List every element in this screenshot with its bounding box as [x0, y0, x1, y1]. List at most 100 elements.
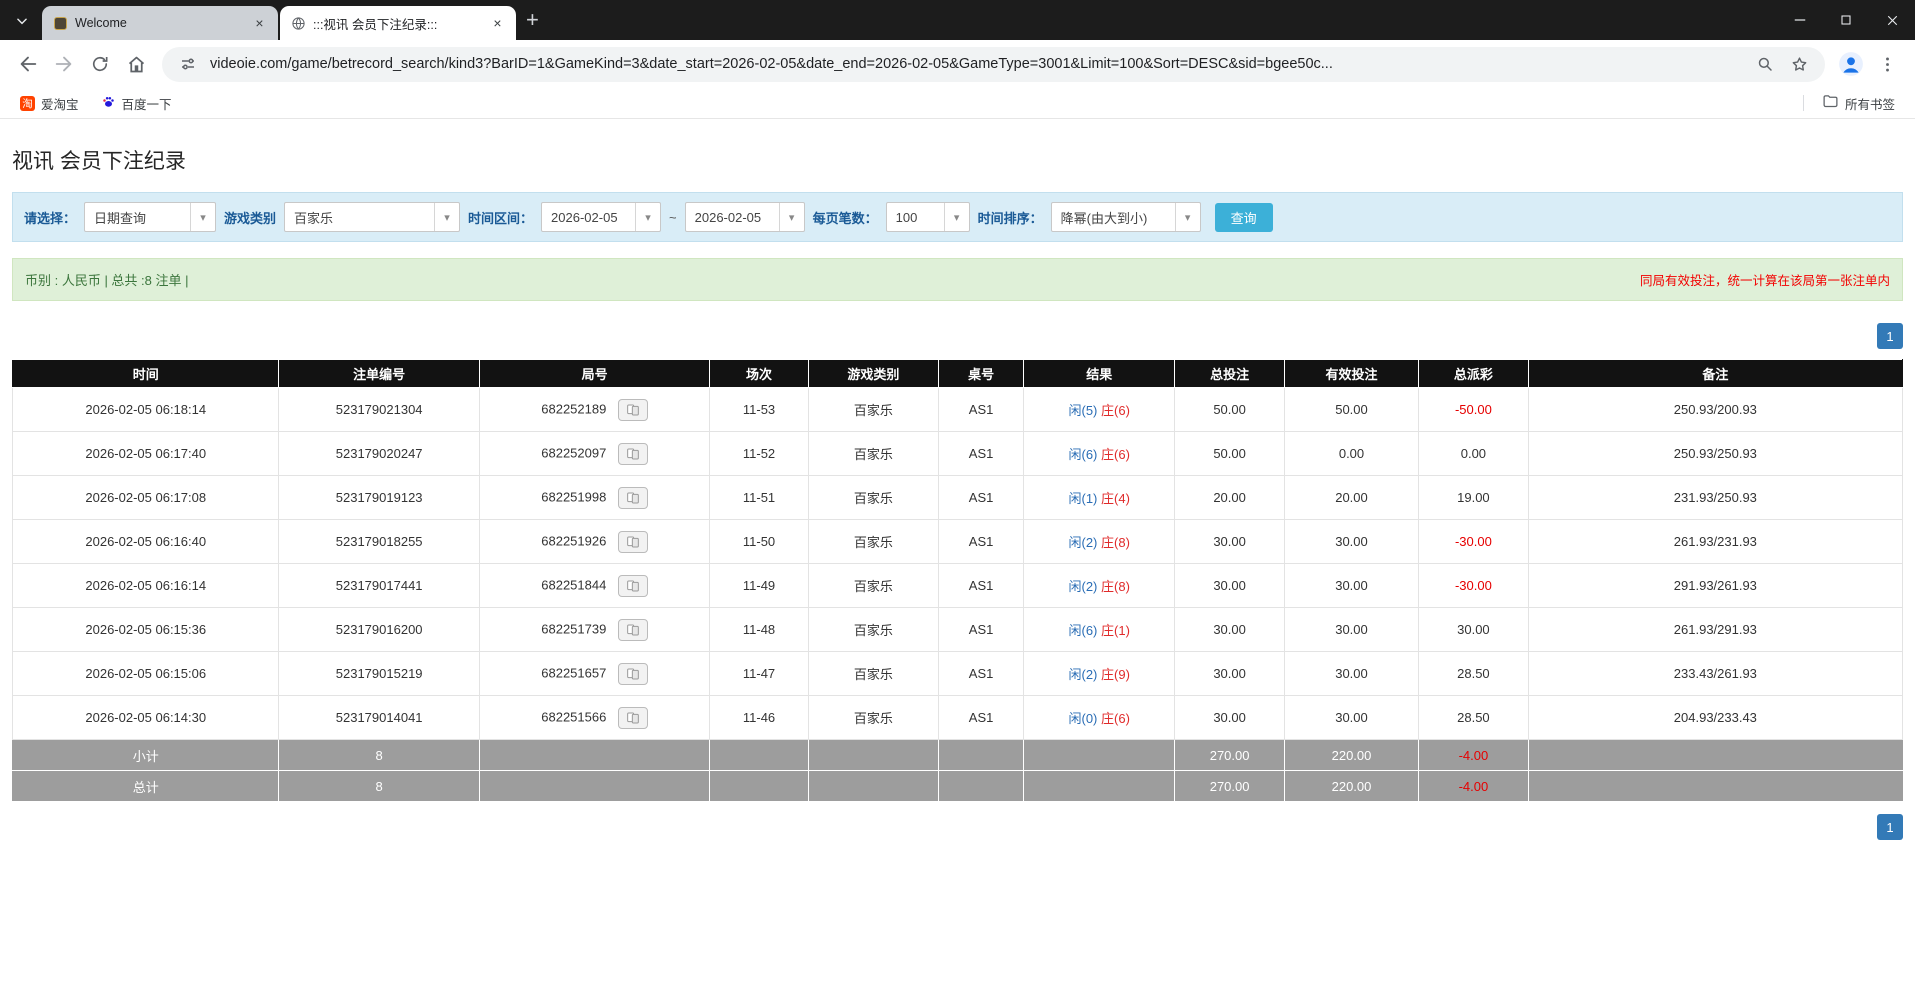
- bookmark-aitaobao[interactable]: 淘 爱淘宝: [12, 91, 87, 116]
- result-cell: 闲(2) 庄(9): [1024, 652, 1175, 696]
- table-header-row: 时间 注单编号 局号 场次 游戏类别 桌号 结果 总投注 有效投注 总派彩 备注: [13, 360, 1903, 388]
- menu-kebab-icon[interactable]: [1869, 46, 1905, 82]
- total-bet-cell[interactable]: 30.00: [1175, 520, 1285, 564]
- game-kind-cell: 百家乐: [808, 476, 938, 520]
- game-kind-cell: 百家乐: [808, 696, 938, 740]
- search-button[interactable]: 查询: [1215, 203, 1273, 232]
- total-bet-cell[interactable]: 30.00: [1175, 696, 1285, 740]
- view-cards-button[interactable]: [618, 487, 648, 509]
- sort-select[interactable]: 降幂(由大到小) ▾: [1051, 202, 1201, 232]
- round-cell: 682251657: [479, 652, 710, 696]
- subtotal-row: 小计 8 270.00 220.00 -4.00: [13, 740, 1903, 771]
- dropdown-arrow-icon[interactable]: ▾: [944, 203, 969, 231]
- minimize-button[interactable]: [1777, 0, 1823, 40]
- bookmark-star-icon[interactable]: [1787, 52, 1811, 76]
- player-result: 闲(6): [1069, 447, 1098, 462]
- tab-betrecord[interactable]: :::视讯 会员下注纪录::: ×: [280, 6, 516, 40]
- view-cards-button[interactable]: [618, 575, 648, 597]
- per-page-value: 100: [887, 203, 944, 231]
- player-result: 闲(0): [1069, 711, 1098, 726]
- total-total-bet: 270.00: [1175, 771, 1285, 802]
- round-cell: 682252097: [479, 432, 710, 476]
- date-start-value: 2026-02-05: [542, 203, 635, 231]
- note-cell: 250.93/250.93: [1528, 432, 1902, 476]
- profile-avatar[interactable]: [1833, 46, 1869, 82]
- time-cell: 2026-02-05 06:15:06: [13, 652, 279, 696]
- payout-cell: 28.50: [1419, 652, 1529, 696]
- address-bar[interactable]: videoie.com/game/betrecord_search/kind3?…: [162, 47, 1825, 82]
- dropdown-arrow-icon[interactable]: ▾: [190, 203, 215, 231]
- view-cards-button[interactable]: [618, 399, 648, 421]
- new-tab-button[interactable]: +: [526, 9, 539, 31]
- date-end-select[interactable]: 2026-02-05 ▾: [685, 202, 805, 232]
- query-type-select[interactable]: 日期查询 ▾: [84, 202, 216, 232]
- dropdown-arrow-icon[interactable]: ▾: [434, 203, 459, 231]
- bookmark-baidu[interactable]: 百度一下: [93, 91, 180, 116]
- empty-cell: [479, 740, 710, 771]
- filter-bar: 请选择： 日期查询 ▾ 游戏类别 百家乐 ▾ 时间区间： 2026-02-05 …: [12, 192, 1903, 242]
- back-button[interactable]: [10, 46, 46, 82]
- forward-button[interactable]: [46, 46, 82, 82]
- round-id: 682252097: [541, 445, 606, 460]
- col-valid-bet: 有效投注: [1284, 360, 1418, 388]
- view-cards-button[interactable]: [618, 531, 648, 553]
- time-cell: 2026-02-05 06:17:08: [13, 476, 279, 520]
- total-bet-cell[interactable]: 50.00: [1175, 432, 1285, 476]
- url-text[interactable]: videoie.com/game/betrecord_search/kind3?…: [210, 56, 1743, 72]
- view-cards-button[interactable]: [618, 443, 648, 465]
- currency-summary: 币别 : 人民币 | 总共 :8 注单 |: [25, 270, 189, 289]
- subtotal-payout: -4.00: [1419, 740, 1529, 771]
- total-bet-cell[interactable]: 30.00: [1175, 652, 1285, 696]
- tab-search-button[interactable]: [8, 7, 36, 35]
- tab-close-icon[interactable]: ×: [489, 15, 506, 32]
- session-cell: 11-49: [710, 564, 808, 608]
- bet-id-cell: 523179015219: [279, 652, 479, 696]
- date-start-select[interactable]: 2026-02-05 ▾: [541, 202, 661, 232]
- round-id: 682251566: [541, 709, 606, 724]
- refresh-button[interactable]: [82, 46, 118, 82]
- date-separator: ~: [669, 210, 677, 225]
- session-cell: 11-47: [710, 652, 808, 696]
- subtotal-count: 8: [279, 740, 479, 771]
- site-settings-icon[interactable]: [176, 52, 200, 76]
- navigation-bar: videoie.com/game/betrecord_search/kind3?…: [0, 40, 1915, 88]
- subtotal-total-bet: 270.00: [1175, 740, 1285, 771]
- close-button[interactable]: [1869, 0, 1915, 40]
- total-bet-cell[interactable]: 50.00: [1175, 388, 1285, 432]
- table-row: 2026-02-05 06:16:14 523179017441 6822518…: [13, 564, 1903, 608]
- person-icon: [1838, 51, 1864, 77]
- round-id: 682251998: [541, 489, 606, 504]
- empty-cell: [1024, 771, 1175, 802]
- page-1-button-bottom[interactable]: 1: [1877, 814, 1903, 840]
- date-range-label: 时间区间：: [468, 208, 533, 227]
- tab-welcome[interactable]: Welcome ×: [42, 6, 278, 40]
- time-cell: 2026-02-05 06:17:40: [13, 432, 279, 476]
- view-cards-button[interactable]: [618, 663, 648, 685]
- empty-cell: [808, 740, 938, 771]
- view-cards-button[interactable]: [618, 619, 648, 641]
- cards-icon: [625, 534, 641, 550]
- table-no-cell: AS1: [939, 388, 1024, 432]
- globe-favicon: [290, 15, 306, 31]
- col-bet-id: 注单编号: [279, 360, 479, 388]
- maximize-button[interactable]: [1823, 0, 1869, 40]
- zoom-icon[interactable]: [1753, 52, 1777, 76]
- tab-close-icon[interactable]: ×: [251, 15, 268, 32]
- dropdown-arrow-icon[interactable]: ▾: [779, 203, 804, 231]
- total-bet-cell[interactable]: 30.00: [1175, 608, 1285, 652]
- empty-cell: [1024, 740, 1175, 771]
- all-bookmarks-label: 所有书签: [1845, 94, 1895, 113]
- round-cell: 682251739: [479, 608, 710, 652]
- round-cell: 682251566: [479, 696, 710, 740]
- round-cell: 682252189: [479, 388, 710, 432]
- home-button[interactable]: [118, 46, 154, 82]
- page-1-button[interactable]: 1: [1877, 323, 1903, 349]
- total-bet-cell[interactable]: 20.00: [1175, 476, 1285, 520]
- view-cards-button[interactable]: [618, 707, 648, 729]
- total-bet-cell[interactable]: 30.00: [1175, 564, 1285, 608]
- dropdown-arrow-icon[interactable]: ▾: [1175, 203, 1200, 231]
- all-bookmarks-button[interactable]: 所有书签: [1814, 90, 1903, 116]
- game-kind-select[interactable]: 百家乐 ▾: [284, 202, 460, 232]
- dropdown-arrow-icon[interactable]: ▾: [635, 203, 660, 231]
- per-page-select[interactable]: 100 ▾: [886, 202, 970, 232]
